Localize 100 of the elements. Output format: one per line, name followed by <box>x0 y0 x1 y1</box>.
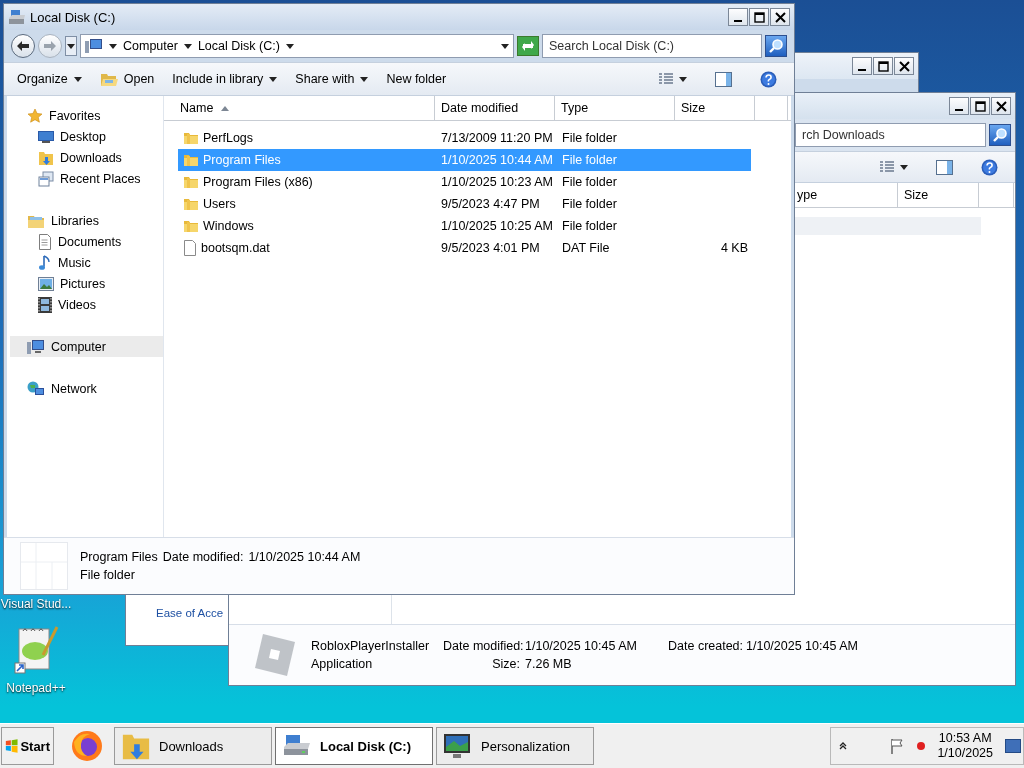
refresh-button[interactable] <box>517 36 539 56</box>
document-icon <box>38 233 52 250</box>
folder-icon <box>183 196 199 212</box>
detail-value: 1/10/2025 10:44 AM <box>248 550 361 564</box>
taskbar-button[interactable]: Local Disk (C:) <box>275 727 433 765</box>
date-cell-text: 1/10/2025 10:25 AM <box>440 219 554 233</box>
close-button[interactable] <box>991 97 1011 115</box>
nav-item[interactable]: Documents <box>10 231 163 252</box>
breadcrumb-item[interactable]: Local Disk (C:) <box>197 39 280 53</box>
error-icon[interactable] <box>917 742 926 750</box>
taskbar-button[interactable]: Personalization <box>436 727 594 765</box>
preview-pane-icon <box>936 159 953 175</box>
open-button[interactable]: Open <box>92 67 162 91</box>
preview-pane-icon <box>715 71 732 87</box>
computer-icon <box>85 38 103 54</box>
breadcrumb-item[interactable]: Computer <box>123 39 178 53</box>
nav-item[interactable]: Computer <box>10 336 163 357</box>
file-row[interactable]: Program Files (x86) 1/10/2025 10:23 AM File folder <box>178 171 751 193</box>
nav-item[interactable]: Downloads <box>10 147 163 168</box>
flag-icon[interactable] <box>889 738 906 754</box>
nav-item[interactable]: Favorites <box>10 105 163 126</box>
date-cell-text: 1/10/2025 10:44 AM <box>440 153 554 167</box>
list-view-icon <box>880 161 894 173</box>
detail-value: 7.26 MB <box>525 657 573 671</box>
close-icon <box>995 100 1007 112</box>
history-dropdown-button[interactable] <box>65 36 77 56</box>
folder-icon <box>183 218 199 234</box>
file-name: Windows <box>203 219 254 233</box>
file-row[interactable]: Windows 1/10/2025 10:25 AM File folder <box>178 215 751 237</box>
minimize-icon <box>955 108 963 111</box>
windows-flag-icon <box>5 738 19 754</box>
toolbar-button[interactable]: New folder <box>379 68 454 90</box>
maximize-button[interactable] <box>873 57 893 75</box>
minimize-icon <box>858 68 866 71</box>
minimize-button[interactable] <box>852 57 872 75</box>
column-header[interactable]: Type <box>555 96 675 120</box>
music-note-icon <box>38 254 52 271</box>
taskbar-button[interactable]: Downloads <box>114 727 272 765</box>
notepad-icon[interactable] <box>13 625 59 675</box>
window-stack-icon <box>38 170 54 187</box>
folder-icon <box>183 152 199 168</box>
nav-item[interactable]: Libraries <box>10 210 163 231</box>
nav-item[interactable]: Pictures <box>10 273 163 294</box>
date-cell-text: 7/13/2009 11:20 PM <box>440 131 554 145</box>
maximize-icon <box>753 11 765 23</box>
column-header[interactable]: Name <box>164 96 435 120</box>
column-header[interactable]: Size <box>675 96 755 120</box>
type-cell-text: File folder <box>561 131 618 145</box>
refresh-arrows-icon <box>521 40 535 52</box>
clock[interactable]: 10:53 AM 1/10/2025 <box>937 731 993 761</box>
search-field[interactable]: rch Downloads <box>795 123 986 147</box>
nav-item[interactable]: Recent Places <box>10 168 163 189</box>
caret-icon <box>183 43 192 49</box>
type-cell-text: File folder <box>561 197 618 211</box>
search-button[interactable] <box>765 35 787 57</box>
detail-title: RobloxPlayerInstaller <box>311 639 431 653</box>
caret-icon <box>109 43 117 49</box>
chevron-up-icon[interactable] <box>839 742 848 750</box>
dropdown-caret-icon <box>501 43 509 49</box>
minimize-button[interactable] <box>728 8 748 26</box>
toolbar-menu[interactable]: Share with <box>288 68 376 90</box>
search-icon <box>768 38 784 54</box>
minimize-icon <box>734 19 742 22</box>
toolbar-menu[interactable]: Organize <box>10 68 89 90</box>
back-arrow-icon <box>16 40 30 52</box>
start-button[interactable]: Start <box>1 727 54 765</box>
file-row[interactable]: PerfLogs 7/13/2009 11:20 PM File folder <box>178 127 751 149</box>
detail-title: Program Files <box>80 550 158 564</box>
close-button[interactable] <box>894 57 914 75</box>
minimize-button[interactable] <box>949 97 969 115</box>
ease-of-access-link[interactable]: Ease of Acce <box>156 607 224 619</box>
search-icon <box>992 127 1008 143</box>
nav-item[interactable]: Desktop <box>10 126 163 147</box>
caret-icon <box>269 76 278 82</box>
search-field[interactable]: Search Local Disk (C:) <box>542 34 762 58</box>
detail-value: 1/10/2025 10:45 AM <box>746 639 858 653</box>
help-icon <box>981 158 998 176</box>
caret-icon <box>900 164 908 170</box>
file-row[interactable]: bootsqm.dat 9/5/2023 4:01 PM DAT File 4 KB <box>178 237 751 259</box>
folder-icon <box>183 130 199 146</box>
nav-item[interactable]: Music <box>10 252 163 273</box>
detail-label: Date created: <box>668 639 741 653</box>
list-view-icon <box>659 73 673 85</box>
address-bar[interactable]: Computer Local Disk (C:) <box>80 34 514 58</box>
column-header[interactable]: Date modified <box>435 96 555 120</box>
maximize-button[interactable] <box>749 8 769 26</box>
close-icon <box>898 60 910 72</box>
toolbar-menu[interactable]: Include in library <box>165 68 285 90</box>
search-button[interactable] <box>989 124 1011 146</box>
detail-title: File folder <box>80 568 136 582</box>
back-button[interactable] <box>11 34 35 58</box>
column-header[interactable]: Size <box>898 183 979 207</box>
nav-item[interactable]: Videos <box>10 294 163 315</box>
close-button[interactable] <box>770 8 790 26</box>
folder-arrow-icon <box>38 149 54 166</box>
detail-title: Application <box>311 657 374 671</box>
nav-item[interactable]: Network <box>10 378 163 399</box>
file-row[interactable]: Users 9/5/2023 4:47 PM File folder <box>178 193 751 215</box>
type-cell-text: File folder <box>561 219 618 233</box>
maximize-button[interactable] <box>970 97 990 115</box>
